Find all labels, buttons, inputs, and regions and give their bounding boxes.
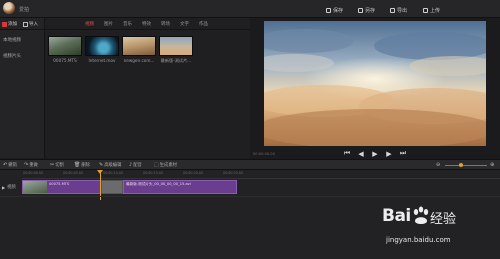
step-forward-button[interactable]: ▶ [384, 149, 394, 158]
media-thumb-globe[interactable] [85, 36, 119, 56]
play-button[interactable]: ▶ [370, 149, 380, 158]
clip-name: 最新版-测试片头_00_00_00_00_15.avi [126, 182, 191, 186]
voiceover-icon: ♪ [129, 162, 133, 168]
step-back-button[interactable]: ◀ [356, 149, 366, 158]
undo-button[interactable]: ↶ 撤销 [3, 162, 17, 168]
watermark-brand: Bai [382, 206, 411, 226]
category-local-video[interactable]: 本地视频 [3, 37, 21, 43]
zoom-in-icon[interactable]: ⊕ [490, 162, 494, 168]
ruler-tick: 00:00:20.00 [183, 171, 204, 175]
video-track-label: ▶ 视频 [2, 184, 16, 191]
generate-material-button[interactable]: ⬚ 生成素材 [154, 162, 177, 168]
media-thumb-aerial-forest[interactable] [48, 36, 82, 56]
video-track-icon: ▶ [2, 184, 6, 190]
tab-video[interactable]: 视频 [85, 21, 94, 27]
tab-transitions[interactable]: 转场 [161, 21, 170, 27]
save-as-icon [358, 7, 363, 13]
ruler-tick: 00:00:25.00 [223, 171, 244, 175]
export-button[interactable]: 导出 [390, 6, 407, 14]
add-media-icon [2, 21, 7, 27]
redo-button[interactable]: ↷ 重做 [24, 162, 38, 168]
video-preview [264, 21, 486, 146]
clouds-frame-image [264, 21, 486, 146]
clip-name: 00075.MTS [49, 182, 70, 186]
ruler-tick: 00:00:15.00 [143, 171, 164, 175]
left-tabs: 添加 导入 [0, 18, 45, 30]
media-item-name: 00075.MTS [53, 58, 77, 63]
timeline-ruler[interactable]: 00:00:00.00 00:00:05.00 00:00:10.00 00:0… [22, 170, 500, 179]
ruler-tick: 00:00:00.00 [23, 171, 44, 175]
media-item-name: newgen.com... [123, 58, 155, 63]
upload-icon [423, 7, 428, 13]
import-icon [23, 21, 28, 27]
watermark-brand-cn: 经验 [430, 212, 457, 227]
generate-icon: ⬚ [154, 162, 159, 168]
watermark: Bai 经验 jingyan.baidu.com [382, 206, 492, 256]
media-tabs: 视频 图片 音乐 特效 转场 文字 作品 [45, 18, 250, 30]
media-thumb-sky-clouds[interactable] [159, 36, 193, 56]
prev-button[interactable]: ⏮ [342, 149, 352, 158]
paw-logo-icon [413, 206, 429, 224]
watermark-url: jingyan.baidu.com [386, 236, 451, 244]
zoom-slider-knob[interactable] [458, 163, 463, 167]
media-item-name: Internet.mov [88, 58, 116, 63]
undo-icon: ↶ [3, 162, 8, 168]
ruler-tick: 00:00:05.00 [63, 171, 84, 175]
tab-images[interactable]: 图片 [104, 21, 113, 27]
user-avatar[interactable] [3, 2, 15, 14]
ruler-tick: 00:00:10.00 [103, 171, 124, 175]
tab-text[interactable]: 文字 [180, 21, 189, 27]
redo-icon: ↷ [24, 162, 29, 168]
upload-button[interactable]: 上传 [423, 6, 440, 14]
track-divider [0, 196, 500, 197]
edit-icon: ✎ [99, 162, 104, 168]
media-item-name: 最新版-测试片... [160, 58, 192, 63]
voiceover-button[interactable]: ♪ 配音 [129, 162, 142, 168]
media-thumb-desert[interactable] [122, 36, 156, 56]
app-title: 爱拍 [19, 7, 30, 13]
transition-slot[interactable] [101, 180, 123, 194]
category-video-intro[interactable]: 视频片头 [3, 53, 21, 59]
preview-panel: 00:00:00.00 ⏮ ◀ ▶ ▶ ⏭ [250, 18, 500, 161]
delete-button[interactable]: 🗑 删除 [74, 162, 90, 168]
zoom-control: ⊖ ⊕ [436, 162, 498, 168]
cut-icon: ✂ [50, 162, 55, 168]
tab-works[interactable]: 作品 [199, 21, 208, 27]
clip-thumbnail [23, 181, 47, 193]
media-library: 视频 图片 音乐 特效 转场 文字 作品 00075.MTS Internet.… [45, 18, 250, 158]
import-button[interactable]: 导入 [23, 21, 38, 27]
next-button[interactable]: ⏭ [398, 149, 408, 158]
export-icon [390, 7, 395, 13]
cut-button[interactable]: ✂ 切割 [50, 162, 64, 168]
timeline-clip[interactable]: 00075.MTS [22, 180, 101, 194]
tab-music[interactable]: 音乐 [123, 21, 132, 27]
tab-effects[interactable]: 特效 [142, 21, 151, 27]
timeline-clip[interactable]: 最新版-测试片头_00_00_00_00_15.avi [123, 180, 237, 194]
save-button[interactable]: 保存 [326, 6, 343, 14]
delete-icon: 🗑 [74, 162, 81, 168]
edit-toolbar: ↶ 撤销 ↷ 重做 ✂ 切割 🗑 删除 ✎ 高级编辑 ♪ 配音 ⬚ 生成素材 ⊖… [0, 159, 500, 170]
save-icon [326, 7, 331, 13]
title-bar: 爱拍 保存 另存 导出 上传 [0, 0, 500, 18]
preview-time: 00:00:00.00 [253, 152, 275, 156]
zoom-out-icon[interactable]: ⊖ [436, 162, 440, 168]
zoom-slider[interactable] [445, 165, 487, 166]
advanced-edit-button[interactable]: ✎ 高级编辑 [99, 162, 121, 168]
category-panel: 添加 导入 本地视频 视频片头 [0, 18, 45, 158]
add-media-button[interactable]: 添加 [2, 21, 17, 27]
save-as-button[interactable]: 另存 [358, 6, 375, 14]
